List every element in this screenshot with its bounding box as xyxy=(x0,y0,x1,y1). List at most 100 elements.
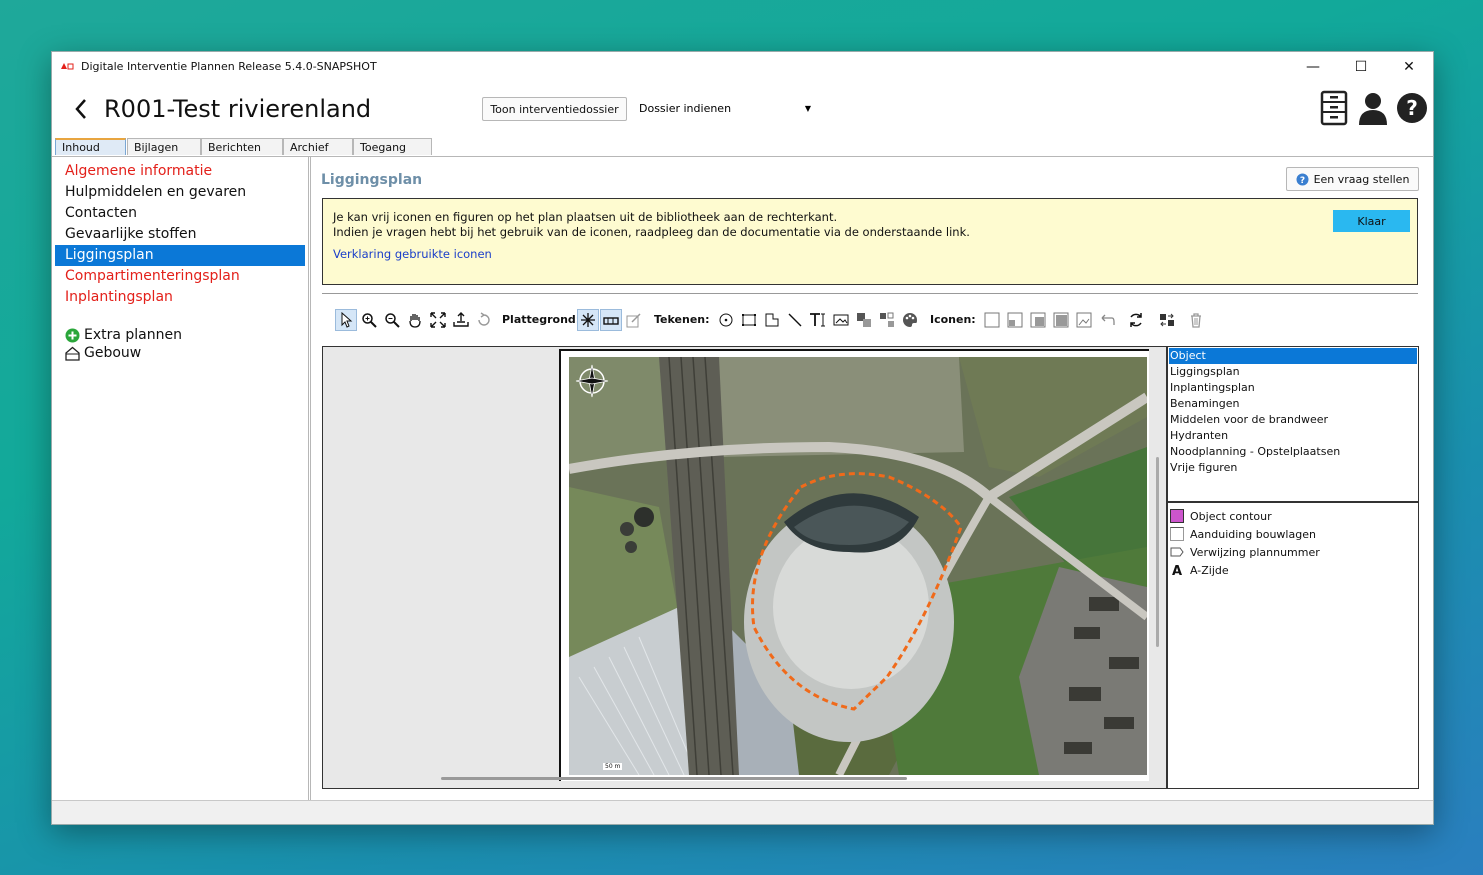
zoom-in-icon[interactable] xyxy=(358,309,380,331)
draw-line-icon[interactable] xyxy=(784,309,806,331)
legend-item-a-zijde[interactable]: A A-Zijde xyxy=(1170,561,1229,579)
minimize-button[interactable]: — xyxy=(1290,52,1336,82)
pan-hand-icon[interactable] xyxy=(404,309,426,331)
user-icon[interactable] xyxy=(1357,90,1389,126)
export-tray-icon[interactable] xyxy=(450,309,472,331)
map-vertical-scrollbar[interactable] xyxy=(1156,457,1159,647)
title-bar: Digitale Interventie Plannen Release 5.4… xyxy=(52,52,1433,82)
svg-text:?: ? xyxy=(1406,96,1418,120)
plattegrond-label: Plattegrond: xyxy=(502,313,581,326)
aerial-photo-image xyxy=(569,357,1147,775)
legend-item-object-contour[interactable]: Object contour xyxy=(1170,507,1272,525)
zoom-out-icon[interactable] xyxy=(381,309,403,331)
draw-image-icon[interactable] xyxy=(830,309,852,331)
status-bar xyxy=(52,800,1433,824)
layer-item[interactable]: Inplantingsplan xyxy=(1169,380,1417,396)
draw-polygon-icon[interactable] xyxy=(761,309,783,331)
layer-item[interactable]: Middelen voor de brandweer xyxy=(1169,412,1417,428)
help-icon[interactable]: ? xyxy=(1396,90,1428,126)
sidebar-item-gevaarlijke-stoffen[interactable]: Gevaarlijke stoffen xyxy=(55,224,305,245)
sidebar-item-hulpmiddelen[interactable]: Hulpmiddelen en gevaren xyxy=(55,182,305,203)
select-tool-icon[interactable] xyxy=(335,309,357,331)
swap-icon[interactable] xyxy=(1156,309,1178,331)
sidebar-item-algemene-informatie[interactable]: Algemene informatie xyxy=(55,161,305,182)
tekenen-label: Tekenen: xyxy=(654,313,710,326)
layer-item[interactable]: Benamingen xyxy=(1169,396,1417,412)
close-button[interactable]: ✕ xyxy=(1386,52,1432,82)
info-box: Je kan vrij iconen en figuren op het pla… xyxy=(322,198,1418,285)
draw-circle-icon[interactable] xyxy=(715,309,737,331)
window-title: Digitale Interventie Plannen Release 5.4… xyxy=(81,60,377,73)
draw-text-icon[interactable] xyxy=(807,309,829,331)
object-contour-swatch xyxy=(1170,509,1184,523)
info-text-line1: Je kan vrij iconen en figuren op het pla… xyxy=(333,210,838,224)
sidebar-item-compartimenteringsplan[interactable]: Compartimenteringsplan xyxy=(55,266,305,287)
back-arrow-icon[interactable] xyxy=(72,97,90,121)
fit-extent-icon[interactable] xyxy=(427,309,449,331)
ask-question-button[interactable]: ? Een vraag stellen xyxy=(1286,167,1419,191)
compass-north-icon xyxy=(575,364,609,398)
tab-berichten[interactable]: Berichten xyxy=(201,138,283,155)
ungroup-objects-icon[interactable] xyxy=(876,309,898,331)
group-objects-icon[interactable] xyxy=(853,309,875,331)
iconen-label: Iconen: xyxy=(930,313,976,326)
icon-tool-3-icon[interactable] xyxy=(1027,309,1049,331)
dossier-action-select[interactable]: Dossier indienen ▼ xyxy=(635,97,811,119)
layer-item[interactable]: Vrije figuren xyxy=(1169,460,1417,476)
tab-inhoud[interactable]: Inhoud xyxy=(55,138,126,155)
undo-icon[interactable] xyxy=(1096,309,1118,331)
color-palette-icon[interactable] xyxy=(899,309,921,331)
content-separator xyxy=(322,293,1418,294)
tab-toegang[interactable]: Toegang xyxy=(353,138,432,155)
klaar-button[interactable]: Klaar xyxy=(1333,210,1410,232)
dossier-title: R001-Test rivierenland xyxy=(104,95,372,123)
bouwlagen-swatch xyxy=(1170,527,1184,541)
maximize-button[interactable]: ☐ xyxy=(1338,52,1384,82)
refresh-icon[interactable] xyxy=(1125,309,1147,331)
layer-item[interactable]: Hydranten xyxy=(1169,428,1417,444)
draw-rectangle-icon[interactable] xyxy=(738,309,760,331)
sidebar-item-contacten[interactable]: Contacten xyxy=(55,203,305,224)
svg-text:?: ? xyxy=(1299,176,1304,186)
plattegrond-floor-icon[interactable] xyxy=(600,309,622,331)
plattegrond-snow-icon[interactable] xyxy=(577,309,599,331)
show-dossier-button[interactable]: Toon interventiedossier xyxy=(482,97,627,121)
map-paper: N 50 m xyxy=(559,349,1149,781)
section-title: Liggingsplan xyxy=(321,172,423,188)
legend-item-bouwlagen[interactable]: Aanduiding bouwlagen xyxy=(1170,525,1316,543)
sidebar-item-liggingsplan[interactable]: Liggingsplan xyxy=(55,245,305,266)
tab-archief[interactable]: Archief xyxy=(283,138,353,155)
legend-label: Object contour xyxy=(1190,509,1272,523)
layer-list: Object Liggingsplan Inplantingsplan Bena… xyxy=(1167,346,1419,502)
sidebar-extra-plannen[interactable]: Extra plannen xyxy=(65,327,182,343)
trash-icon[interactable] xyxy=(1185,309,1207,331)
tab-bijlagen[interactable]: Bijlagen xyxy=(127,138,201,155)
chevron-down-icon: ▼ xyxy=(804,104,811,113)
map-horizontal-scrollbar[interactable] xyxy=(441,777,907,780)
dossier-select-value: Dossier indienen xyxy=(639,101,732,115)
sidebar: Algemene informatie Hulpmiddelen en geva… xyxy=(55,157,309,800)
layer-item[interactable]: Object xyxy=(1169,348,1417,364)
sidebar-item-inplantingsplan[interactable]: Inplantingsplan xyxy=(55,287,305,308)
cabinet-icon[interactable] xyxy=(1318,90,1350,126)
legend-item-plannummer[interactable]: Verwijzing plannummer xyxy=(1170,543,1320,561)
aerial-map[interactable]: N 50 m xyxy=(569,357,1147,775)
svg-text:A: A xyxy=(1172,564,1182,577)
legend-label: A-Zijde xyxy=(1190,563,1229,577)
rotate-disabled-icon[interactable] xyxy=(473,309,495,331)
icon-tool-2-icon[interactable] xyxy=(1004,309,1026,331)
icon-tool-4-icon[interactable] xyxy=(1050,309,1072,331)
extra-plannen-label: Extra plannen xyxy=(84,327,182,343)
icons-explanation-link[interactable]: Verklaring gebruikte iconen xyxy=(333,247,492,261)
icon-tool-1-icon[interactable] xyxy=(981,309,1003,331)
add-circle-icon xyxy=(65,328,80,342)
sidebar-gebouw[interactable]: Gebouw xyxy=(65,345,141,361)
layer-item[interactable]: Noodplanning - Opstelplaatsen xyxy=(1169,444,1417,460)
map-canvas[interactable]: N 50 m xyxy=(322,346,1167,789)
plan-toolbar: Plattegrond: Tekenen: Iconen: xyxy=(335,309,1415,333)
building-icon xyxy=(65,346,80,361)
layer-item[interactable]: Liggingsplan xyxy=(1169,364,1417,380)
main-content: Liggingsplan ? Een vraag stellen Je kan … xyxy=(310,157,1431,800)
icon-tool-image-icon[interactable] xyxy=(1073,309,1095,331)
plattegrond-edit-disabled-icon[interactable] xyxy=(623,309,645,331)
